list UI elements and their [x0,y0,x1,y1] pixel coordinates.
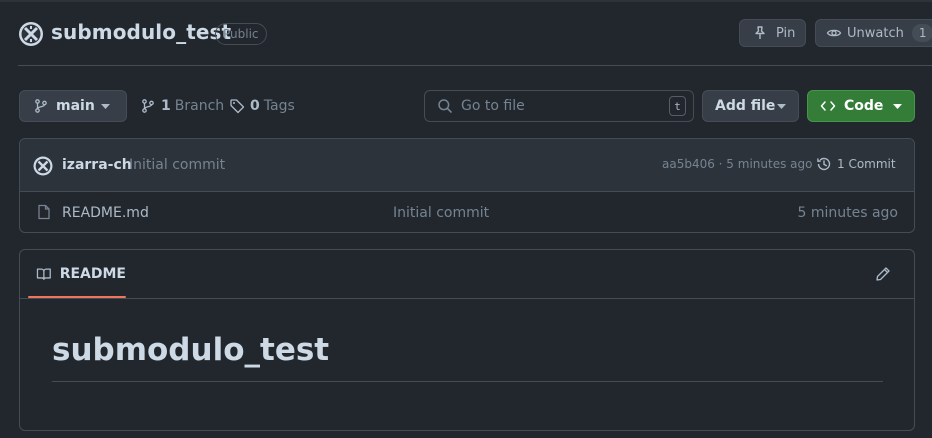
tags-link[interactable]: 0 Tags [229,97,295,115]
file-icon [38,204,50,220]
eye-icon [826,29,842,37]
tags-label: Tags [263,98,295,114]
go-to-file-input[interactable]: Go to file t [424,90,694,122]
repo-name-link[interactable]: submodulo_test [51,20,231,44]
commits-count-label: 1 Commit [837,157,896,171]
branches-label: Branch [174,98,225,114]
branch-name: main [56,98,95,114]
branches-count: 1 [161,98,171,114]
file-time: 5 minutes ago [797,205,898,221]
tag-icon [230,99,245,114]
pin-button[interactable]: Pin [739,19,806,47]
latest-commit-row: izarra-ch Initial commit aa5b406 · 5 min… [20,139,914,192]
file-name-link[interactable]: README.md [62,205,149,221]
author-avatar-icon[interactable] [33,156,53,176]
tab-readme[interactable]: README [28,250,126,298]
caret-down-icon [101,103,110,109]
readme-panel: README submodulo_test [19,249,915,431]
unwatch-label: Unwatch [847,25,904,41]
history-icon [817,157,831,171]
commit-author-link[interactable]: izarra-ch [62,157,132,173]
commit-hash-time[interactable]: aa5b406 · 5 minutes ago [662,157,812,171]
watch-count: 1 [911,24,932,42]
pencil-icon[interactable] [875,266,891,282]
repo-header: submodulo_test Public Pin Unwatch 1 [18,18,932,50]
git-branch-icon [35,99,47,113]
readme-tab-label: README [59,266,126,282]
go-to-file-placeholder: Go to file [461,98,525,114]
active-tab-indicator [28,296,126,298]
branch-select-button[interactable]: main [19,90,127,122]
repo-avatar-icon[interactable] [18,21,44,47]
readme-heading-rule [52,381,883,382]
pin-label: Pin [776,25,796,41]
caret-down-icon [893,103,902,109]
visibility-badge: Public [215,23,267,45]
add-file-button[interactable]: Add file [702,90,799,122]
commits-history-link[interactable]: 1 Commit [816,156,896,172]
header-divider [18,65,932,66]
code-label: Code [844,98,884,114]
tags-count: 0 [250,98,260,114]
caret-down-icon [777,103,786,109]
file-row[interactable]: README.md Initial commit 5 minutes ago [20,192,914,232]
code-button[interactable]: Code [807,90,915,122]
readme-heading: submodulo_test [52,332,330,368]
code-icon [820,101,836,111]
commit-message-link[interactable]: Initial commit [129,157,225,173]
readme-tabbar: README [20,250,914,299]
shortcut-key: t [669,96,686,116]
pin-icon [755,26,765,39]
file-commit-link[interactable]: Initial commit [393,205,489,221]
file-list: izarra-ch Initial commit aa5b406 · 5 min… [19,138,915,233]
top-border [0,0,932,2]
git-branch-icon [142,99,154,113]
unwatch-button[interactable]: Unwatch 1 [815,19,932,47]
book-icon [36,268,51,281]
add-file-label: Add file [715,98,776,114]
branches-link[interactable]: 1 Branch [140,97,224,115]
search-icon [438,99,452,113]
